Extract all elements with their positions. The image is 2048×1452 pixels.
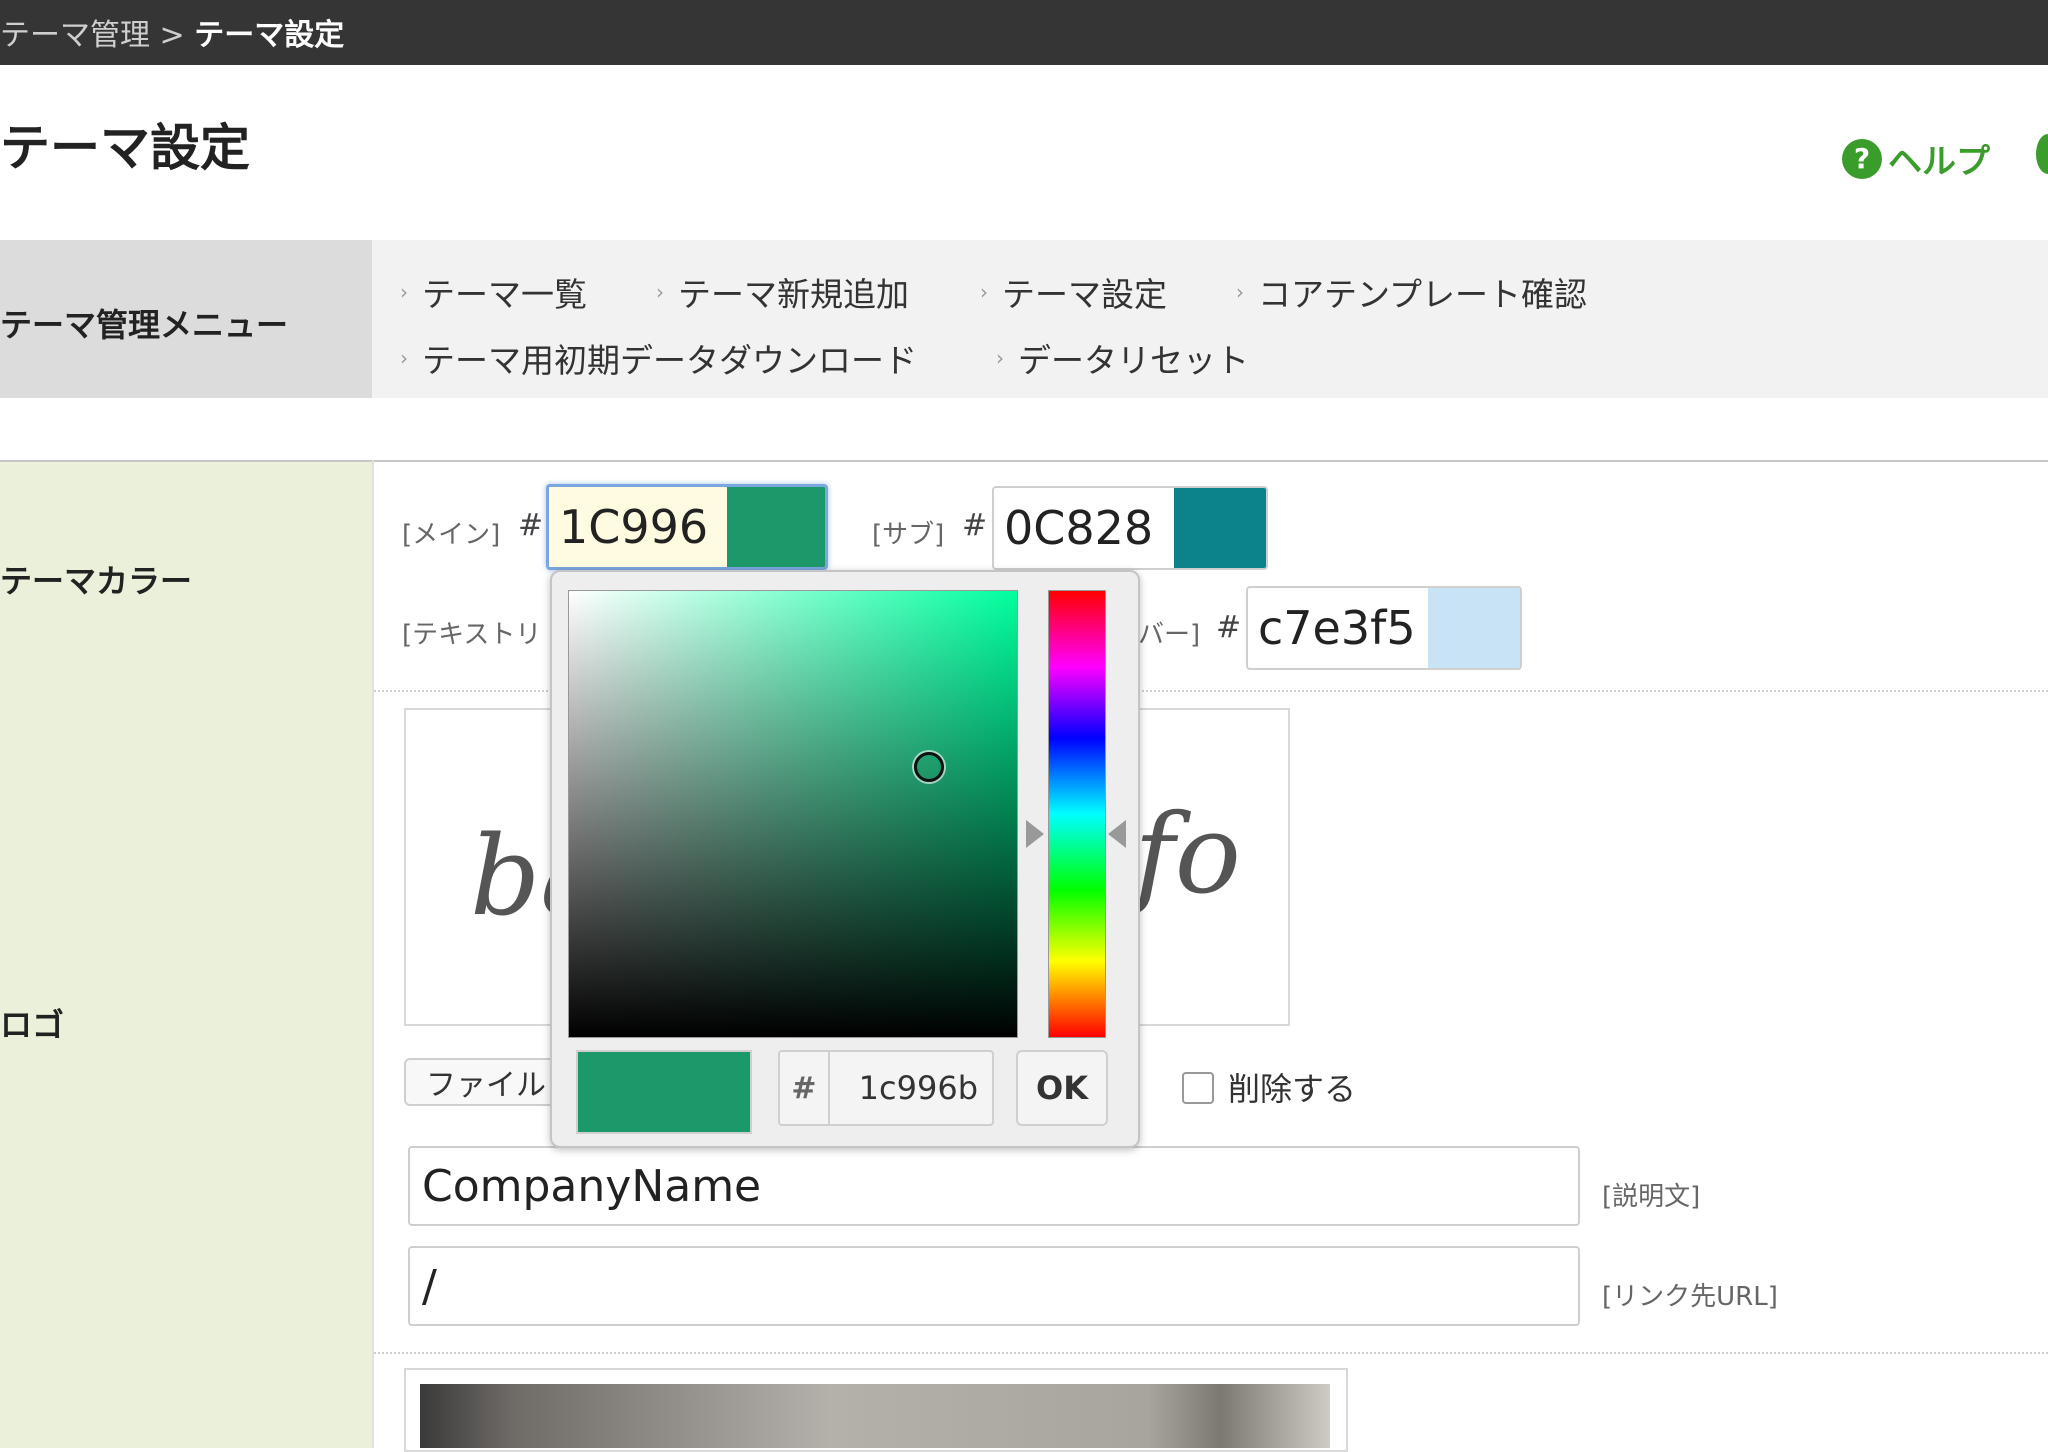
delete-logo-label: 削除する xyxy=(1228,1070,1357,1108)
help-label: ヘルプ xyxy=(1888,142,1990,182)
image-preview-photo xyxy=(420,1384,1330,1448)
menu-item-label: データリセット xyxy=(1018,341,1249,380)
chevron-right-icon: › xyxy=(656,280,664,304)
main-color-hash: # xyxy=(518,508,544,543)
chevron-right-icon: › xyxy=(1236,280,1244,304)
sub-color-label: [サブ] xyxy=(872,520,945,550)
hue-slider[interactable] xyxy=(1048,590,1106,1038)
breadcrumb-parent[interactable]: テーマ管理 xyxy=(0,18,150,53)
color-cursor-handle[interactable] xyxy=(914,752,944,782)
logo-label: ロゴ xyxy=(0,1006,65,1044)
image-label-cell xyxy=(0,1352,372,1448)
main-color-label: [メイン] xyxy=(402,520,501,550)
hover-color-label: バー] xyxy=(1138,620,1201,650)
extra-action-icon[interactable] xyxy=(2036,134,2048,174)
sub-color-input[interactable]: 0C828 xyxy=(992,486,1268,570)
description-label: [説明文] xyxy=(1602,1182,1701,1212)
saturation-value-area[interactable] xyxy=(568,590,1018,1038)
menu-item-label: テーマ一覧 xyxy=(422,275,587,314)
menu-item-core-template[interactable]: › コアテンプレート確認 xyxy=(1236,268,1587,316)
hex-hash: # xyxy=(780,1052,830,1124)
chevron-right-icon: › xyxy=(400,280,408,304)
chevron-right-icon: › xyxy=(400,346,408,370)
selected-color-preview xyxy=(576,1050,752,1134)
column-divider xyxy=(372,460,374,1448)
company-name-input[interactable]: CompanyName xyxy=(408,1146,1580,1226)
menu-item-theme-list[interactable]: › テーマ一覧 xyxy=(400,268,587,316)
menu-item-label: テーマ新規追加 xyxy=(678,275,909,314)
menu-item-label: コアテンプレート確認 xyxy=(1258,275,1588,314)
hue-slider-arrow-right-icon[interactable] xyxy=(1026,820,1044,848)
sub-color-hash: # xyxy=(962,508,988,543)
text-color-label: [テキストリ xyxy=(402,620,542,650)
page-title: テーマ設定 xyxy=(0,119,250,177)
chevron-right-icon: › xyxy=(980,280,988,304)
help-link[interactable]: ? ヘルプ xyxy=(1842,134,1990,183)
delete-logo-checkbox[interactable] xyxy=(1182,1072,1214,1104)
menu-item-theme-add[interactable]: › テーマ新規追加 xyxy=(656,268,909,316)
chevron-right-icon: › xyxy=(996,346,1004,370)
breadcrumb: テーマ管理 > テーマ設定 xyxy=(0,10,344,54)
menu-item-theme-settings[interactable]: › テーマ設定 xyxy=(980,268,1167,316)
main-color-value: 1C996 xyxy=(549,487,727,567)
hover-color-input[interactable]: c7e3f5 xyxy=(1246,586,1522,670)
main-color-swatch xyxy=(727,487,825,567)
menu-item-data-reset[interactable]: › データリセット xyxy=(996,334,1249,382)
main-color-input[interactable]: 1C996 xyxy=(546,484,828,570)
sub-color-value: 0C828 xyxy=(1004,501,1154,555)
breadcrumb-separator: > xyxy=(150,18,195,53)
breadcrumb-current: テーマ設定 xyxy=(194,18,345,53)
menu-item-initial-data-download[interactable]: › テーマ用初期データダウンロード xyxy=(400,334,917,382)
hex-input[interactable]: # 1c996b xyxy=(778,1050,994,1126)
link-url-input[interactable]: / xyxy=(408,1246,1580,1326)
hover-color-hash: # xyxy=(1216,610,1242,645)
ok-button[interactable]: OK xyxy=(1016,1050,1108,1126)
form-top-border xyxy=(372,460,2048,462)
hover-color-swatch xyxy=(1428,588,1520,668)
hex-value: 1c996b xyxy=(858,1069,978,1107)
link-url-label: [リンク先URL] xyxy=(1602,1282,1778,1312)
top-bar: テーマ管理 > テーマ設定 xyxy=(0,0,2048,65)
theme-color-label: テーマカラー xyxy=(0,562,193,600)
row-divider xyxy=(374,1352,2048,1354)
menu-item-label: テーマ用初期データダウンロード xyxy=(422,341,917,380)
menu-label: テーマ管理メニュー xyxy=(0,306,289,344)
sub-color-swatch xyxy=(1174,488,1266,568)
hover-color-value: c7e3f5 xyxy=(1258,601,1416,655)
logo-preview-text-right: fo xyxy=(1134,790,1241,918)
menu-item-label: テーマ設定 xyxy=(1002,275,1167,314)
question-circle-icon: ? xyxy=(1842,138,1882,179)
hue-slider-arrow-left-icon[interactable] xyxy=(1108,820,1126,848)
